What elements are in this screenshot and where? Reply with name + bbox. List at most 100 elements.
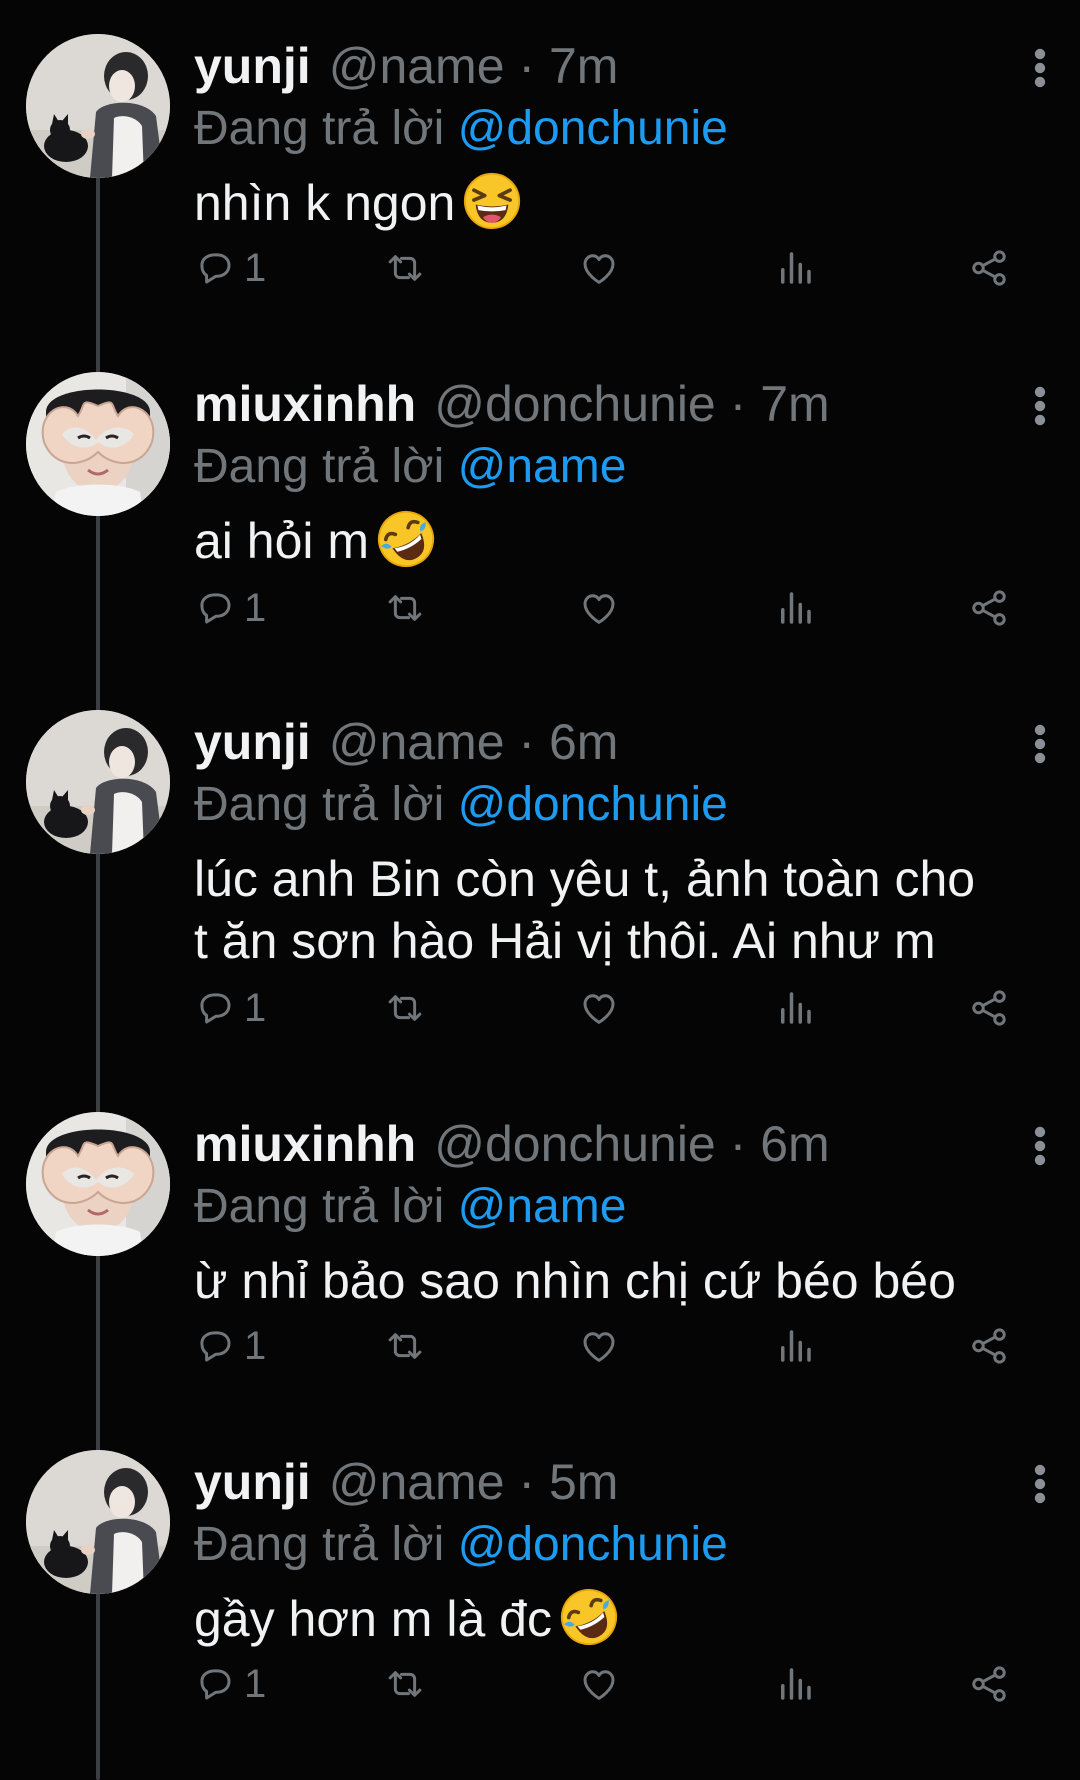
avatar-person-with-cat-icon: [26, 710, 170, 854]
like-button[interactable]: [578, 1324, 620, 1368]
action-bar: 1: [194, 986, 1014, 1030]
share-button[interactable]: [968, 586, 1010, 630]
handle[interactable]: @donchunie: [434, 1112, 716, 1176]
more-options-icon: [1030, 1464, 1050, 1504]
reply-count: 1: [244, 1324, 267, 1368]
like-icon: [578, 247, 620, 289]
replying-to-mention[interactable]: @donchunie: [458, 1518, 728, 1571]
timestamp[interactable]: 7m: [760, 372, 829, 436]
views-button[interactable]: [774, 986, 816, 1030]
avatar[interactable]: [26, 1112, 170, 1256]
retweet-icon: [384, 587, 426, 629]
views-icon: [774, 1325, 816, 1367]
tweet-text-content: nhìn k ngon: [194, 175, 456, 231]
share-icon: [968, 987, 1010, 1029]
replying-to-mention[interactable]: @donchunie: [458, 778, 728, 831]
more-options-button[interactable]: [1030, 386, 1050, 426]
separator-dot: ·: [504, 1454, 549, 1510]
timestamp[interactable]: 6m: [760, 1112, 829, 1176]
retweet-button[interactable]: [384, 986, 426, 1030]
handle[interactable]: @name: [329, 710, 505, 774]
handle[interactable]: @name: [329, 1450, 505, 1514]
views-button[interactable]: [774, 246, 816, 290]
replying-to-label: Đang trả lời: [194, 1518, 445, 1571]
reply-icon: [194, 247, 236, 289]
display-name[interactable]: yunji: [194, 34, 311, 98]
timestamp[interactable]: 7m: [549, 34, 618, 98]
avatar[interactable]: [26, 34, 170, 178]
display-name[interactable]: miuxinhh: [194, 1112, 416, 1176]
handle[interactable]: @name: [329, 34, 505, 98]
tweet-text-line: t ăn sơn hào Hải vị thôi. Ai như m: [194, 913, 936, 969]
like-icon: [578, 987, 620, 1029]
reply-count: 1: [244, 246, 267, 290]
timestamp[interactable]: 6m: [549, 710, 618, 774]
retweet-icon: [384, 1663, 426, 1705]
tweet-text: gầy hơn m là đc: [194, 1588, 1050, 1650]
reply-icon: [194, 1663, 236, 1705]
reply-button[interactable]: 1: [194, 586, 266, 630]
retweet-icon: [384, 247, 426, 289]
separator-dot: ·: [715, 376, 761, 432]
replying-to-label: Đang trả lời: [194, 778, 445, 831]
tweet-text: ai hỏi m: [194, 510, 1050, 572]
action-bar: 1: [194, 1324, 1014, 1368]
reply-icon: [194, 987, 236, 1029]
more-options-button[interactable]: [1030, 1126, 1050, 1166]
grinning-squinting-face-emoji-icon: [463, 172, 521, 230]
avatar[interactable]: [26, 1450, 170, 1594]
avatar[interactable]: [26, 710, 170, 854]
display-name[interactable]: yunji: [194, 1450, 311, 1514]
replying-to: Đang trả lời @donchunie: [194, 774, 1050, 836]
action-bar: 1: [194, 1662, 1014, 1706]
avatar-person-with-cat-icon: [26, 34, 170, 178]
retweet-button[interactable]: [384, 1662, 426, 1706]
like-button[interactable]: [578, 986, 620, 1030]
retweet-button[interactable]: [384, 586, 426, 630]
views-icon: [774, 587, 816, 629]
rolling-on-floor-laughing-emoji-icon: [377, 510, 435, 568]
share-button[interactable]: [968, 986, 1010, 1030]
like-button[interactable]: [578, 246, 620, 290]
views-button[interactable]: [774, 586, 816, 630]
separator-dot: ·: [715, 1116, 761, 1172]
handle[interactable]: @donchunie: [434, 372, 716, 436]
replying-to-mention[interactable]: @name: [458, 1180, 627, 1233]
retweet-icon: [384, 987, 426, 1029]
share-button[interactable]: [968, 246, 1010, 290]
reply-button[interactable]: 1: [194, 1662, 266, 1706]
avatar[interactable]: [26, 372, 170, 516]
tweet-text-content: ừ nhỉ bảo sao nhìn chị cứ béo béo: [194, 1253, 956, 1309]
replying-to: Đang trả lời @donchunie: [194, 98, 1050, 160]
reply-count: 1: [244, 586, 267, 630]
avatar-heart-hands-icon: [26, 1112, 170, 1256]
share-icon: [968, 247, 1010, 289]
views-button[interactable]: [774, 1662, 816, 1706]
display-name[interactable]: yunji: [194, 710, 311, 774]
replying-to-mention[interactable]: @name: [458, 440, 627, 493]
like-button[interactable]: [578, 586, 620, 630]
reply-icon: [194, 587, 236, 629]
share-icon: [968, 1325, 1010, 1367]
like-button[interactable]: [578, 1662, 620, 1706]
share-button[interactable]: [968, 1662, 1010, 1706]
reply-button[interactable]: 1: [194, 246, 266, 290]
more-options-button[interactable]: [1030, 48, 1050, 88]
share-button[interactable]: [968, 1324, 1010, 1368]
reply-button[interactable]: 1: [194, 1324, 266, 1368]
like-icon: [578, 1325, 620, 1367]
more-options-button[interactable]: [1030, 724, 1050, 764]
retweet-button[interactable]: [384, 1324, 426, 1368]
replying-to-mention[interactable]: @donchunie: [458, 102, 728, 155]
tweet-text-content: gầy hơn m là đc: [194, 1591, 552, 1647]
replying-to: Đang trả lời @name: [194, 1176, 1050, 1238]
display-name[interactable]: miuxinhh: [194, 372, 416, 436]
timestamp[interactable]: 5m: [549, 1450, 618, 1514]
avatar-person-with-cat-icon: [26, 1450, 170, 1594]
retweet-button[interactable]: [384, 246, 426, 290]
tweet-text: nhìn k ngon: [194, 172, 1050, 234]
tweet-text-content: ai hỏi m: [194, 513, 370, 569]
more-options-button[interactable]: [1030, 1464, 1050, 1504]
reply-button[interactable]: 1: [194, 986, 266, 1030]
views-button[interactable]: [774, 1324, 816, 1368]
